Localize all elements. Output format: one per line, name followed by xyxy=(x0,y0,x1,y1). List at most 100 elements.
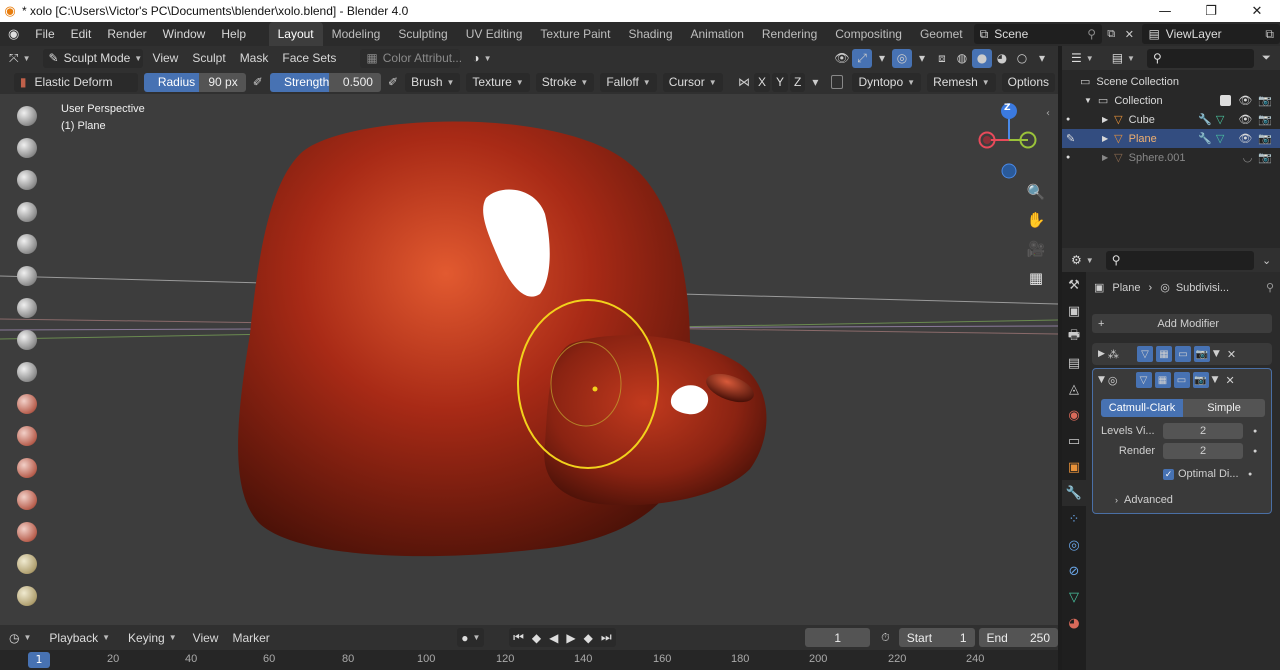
overlays-dropdown-icon[interactable]: ▾ xyxy=(912,49,932,68)
minimize-button[interactable]: — xyxy=(1142,0,1188,22)
on-cage-icon[interactable]: ▽ xyxy=(1135,372,1152,388)
display-mode-dropdown[interactable]: ▤ ▼ xyxy=(1106,49,1141,68)
outliner-item-plane[interactable]: ✎ ▶ ▽ Plane 🔧 ▽ 👁 📷 xyxy=(1062,129,1280,148)
keyframe-dot-icon[interactable]: ● xyxy=(1253,448,1257,455)
filter-icon[interactable]: ⏷ xyxy=(1262,51,1280,65)
hidden-eye-icon[interactable]: ◡ xyxy=(1243,151,1253,164)
collection-tab-icon[interactable]: ▭ xyxy=(1062,428,1086,454)
data-tab-icon[interactable]: ▽ xyxy=(1062,584,1086,610)
timeline-marker-menu[interactable]: Marker xyxy=(225,631,276,645)
gizmo-neg-z-ball[interactable] xyxy=(1001,163,1017,179)
eye-icon[interactable]: 👁 xyxy=(1238,113,1252,126)
options-dropdown[interactable]: Options xyxy=(1001,72,1056,92)
clay-brush-tool[interactable] xyxy=(11,164,43,196)
add-modifier-button[interactable]: + Add Modifier xyxy=(1092,314,1272,333)
render-display-icon[interactable]: 📷 xyxy=(1193,346,1210,362)
gizmo-dropdown-icon[interactable]: ▾ xyxy=(872,49,892,68)
collection-row[interactable]: ▼ ▭ Collection 👁 📷 xyxy=(1062,91,1280,110)
scene-tab-icon[interactable]: ◬ xyxy=(1062,376,1086,402)
timeline-view-menu[interactable]: View xyxy=(186,631,226,645)
pin-icon[interactable]: ⚲ xyxy=(1087,27,1096,41)
symmetry-dropdown-icon[interactable]: ▾ xyxy=(806,73,824,92)
modifier-panel-collapsed[interactable]: ▶ ⁂ ▽ ▦ ▭ 📷 ▼ ✕ xyxy=(1092,343,1272,365)
subdivision-modifier-header[interactable]: ▼ ◎ ▽ ▦ ▭ 📷 ▼ ✕ xyxy=(1093,369,1271,391)
remove-modifier-icon[interactable]: ✕ xyxy=(1227,348,1236,361)
keyframe-dot-icon[interactable]: ● xyxy=(1253,428,1257,435)
camera-icon[interactable]: 📷 xyxy=(1258,113,1272,126)
visibility-icon[interactable]: 👁 xyxy=(832,49,852,68)
keyframe-dot-icon[interactable]: ● xyxy=(1248,471,1252,478)
tab-layout[interactable]: Layout xyxy=(268,22,323,46)
radius-slider[interactable]: Radius 90 px xyxy=(143,72,246,92)
playback-dropdown[interactable]: Playback ▼ xyxy=(43,628,116,647)
falloff-dropdown[interactable]: Falloff ▼ xyxy=(600,72,657,92)
expand-arrow-icon[interactable]: ▶ xyxy=(1102,153,1108,162)
tab-texture-paint[interactable]: Texture Paint xyxy=(531,22,619,46)
tab-animation[interactable]: Animation xyxy=(682,22,753,46)
radius-pressure-icon[interactable]: ✐ xyxy=(249,73,267,92)
next-keyframe-icon[interactable]: ◆ xyxy=(584,631,593,645)
pan-hand-icon[interactable]: ✋ xyxy=(1023,207,1049,233)
eye-icon[interactable]: 👁 xyxy=(1238,132,1252,145)
delete-scene-icon[interactable]: ✕ xyxy=(1120,28,1138,41)
playhead[interactable]: 1 xyxy=(28,652,50,668)
output-tab-icon[interactable]: 🖶 xyxy=(1062,324,1086,350)
properties-options-icon[interactable]: ⌄ xyxy=(1262,254,1280,267)
brush-dropdown[interactable]: Brush ▼ xyxy=(405,72,461,92)
timeline-ruler[interactable]: 1 20 40 60 80 100 120 140 160 180 200 22… xyxy=(0,650,1058,670)
remove-modifier-icon[interactable]: ✕ xyxy=(1225,374,1234,387)
play-icon[interactable]: ▶ xyxy=(566,631,575,645)
simple-button[interactable]: Simple xyxy=(1183,399,1265,417)
tab-compositing[interactable]: Compositing xyxy=(826,22,911,46)
edit-mode-icon[interactable]: ▦ xyxy=(1155,346,1172,362)
constraints-tab-icon[interactable]: ⊘ xyxy=(1062,558,1086,584)
menu-mask[interactable]: Mask xyxy=(233,51,276,65)
end-frame-field[interactable]: End 250 xyxy=(978,628,1059,647)
rendered-shading-icon[interactable]: ○ xyxy=(1012,49,1032,68)
expand-arrow-icon[interactable]: ▶ xyxy=(1098,349,1105,359)
view-layer-tab-icon[interactable]: ▤ xyxy=(1062,350,1086,376)
outliner-item-sphere[interactable]: ● ▶ ▽ Sphere.001 ◡ 📷 xyxy=(1062,148,1280,167)
current-frame-field[interactable]: 1 xyxy=(805,628,871,647)
stroke-dropdown[interactable]: Stroke ▼ xyxy=(535,72,595,92)
outliner-item-cube[interactable]: ● ▶ ▽ Cube 🔧 ▽ 👁 📷 xyxy=(1062,110,1280,129)
menu-face-sets[interactable]: Face Sets xyxy=(275,51,343,65)
properties-search-input[interactable]: ⚲ xyxy=(1105,250,1254,270)
physics-tab-icon[interactable]: ◎ xyxy=(1062,532,1086,558)
close-button[interactable]: ✕ xyxy=(1234,0,1280,22)
edit-mode-icon[interactable]: ▦ xyxy=(1154,372,1171,388)
grab-brush-tool[interactable] xyxy=(11,580,43,612)
strength-slider[interactable]: Strength 0.500 xyxy=(269,72,381,92)
shading-dropdown-icon[interactable]: ▾ xyxy=(1032,49,1052,68)
perspective-toggle-icon[interactable]: ▦ xyxy=(1023,265,1049,291)
new-view-layer-icon[interactable]: ⧉ xyxy=(1265,27,1274,42)
menu-render[interactable]: Render xyxy=(99,22,154,46)
3d-viewport[interactable]: User Perspective (1) Plane Z 🔍 ✋ 🎥 ▦ ‹ xyxy=(0,94,1058,625)
viewport-display-icon[interactable]: ▭ xyxy=(1173,372,1190,388)
sculpt-brush-icon[interactable]: ✎ xyxy=(1066,132,1102,145)
crease-brush-tool[interactable] xyxy=(11,356,43,388)
mode-dot-icon[interactable]: ● xyxy=(1066,154,1102,161)
tab-uv-editing[interactable]: UV Editing xyxy=(457,22,532,46)
collapse-arrow-icon[interactable]: ▼ xyxy=(1098,375,1105,385)
catmull-clark-button[interactable]: Catmull-Clark xyxy=(1101,399,1183,417)
new-scene-icon[interactable]: ⧉ xyxy=(1102,27,1120,41)
render-display-icon[interactable]: 📷 xyxy=(1192,372,1209,388)
sidebar-toggle-icon[interactable]: ‹ xyxy=(1046,108,1050,119)
symmetry-z-toggle[interactable]: Z xyxy=(789,72,806,92)
dyntopo-checkbox[interactable] xyxy=(830,75,844,89)
modifier-dropdown-icon[interactable]: ▼ xyxy=(1213,349,1220,359)
flatten-brush-tool[interactable] xyxy=(11,420,43,452)
menu-file[interactable]: File xyxy=(27,22,62,46)
xray-icon[interactable]: ⧈ xyxy=(932,49,952,68)
tab-shading[interactable]: Shading xyxy=(619,22,681,46)
texture-dropdown[interactable]: Texture ▼ xyxy=(466,72,530,92)
material-tab-icon[interactable]: ◕ xyxy=(1062,610,1086,636)
jump-end-icon[interactable]: ⏭ xyxy=(601,630,612,645)
on-cage-icon[interactable]: ▽ xyxy=(1136,346,1153,362)
keying-dropdown[interactable]: Keying ▼ xyxy=(122,628,183,647)
remesh-dropdown[interactable]: Remesh ▼ xyxy=(927,72,996,92)
jump-start-icon[interactable]: ⏮ xyxy=(513,630,524,645)
start-frame-field[interactable]: Start 1 xyxy=(898,628,975,647)
scene-collection-row[interactable]: ▭ Scene Collection xyxy=(1062,72,1280,91)
